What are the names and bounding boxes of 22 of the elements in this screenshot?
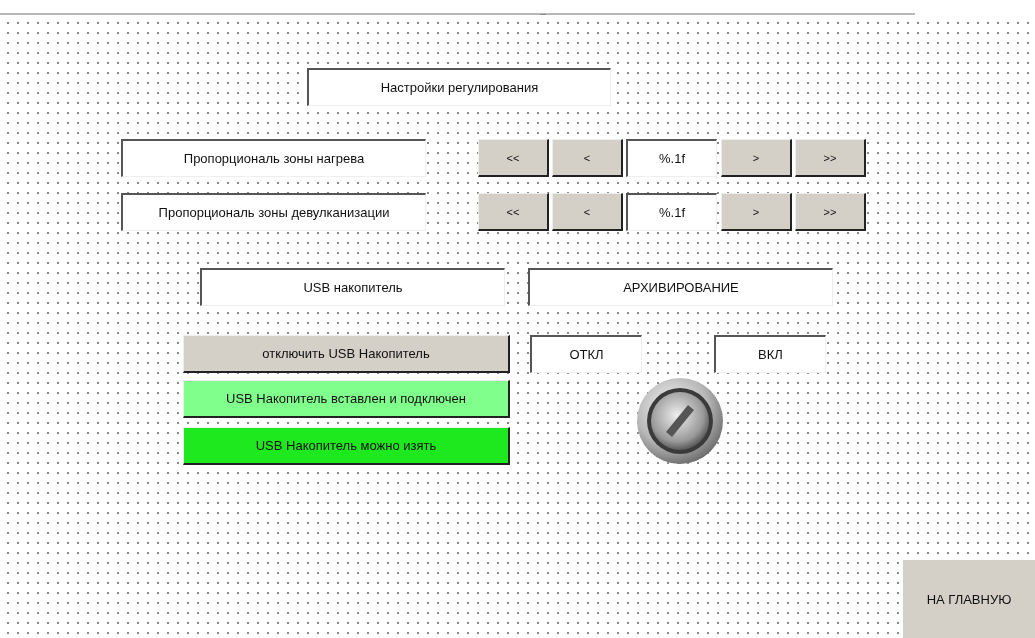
usb-button[interactable]: USB Накопитель вставлен и подключен: [183, 380, 510, 418]
step-button[interactable]: >: [721, 193, 792, 231]
on-label: ВКЛ: [714, 335, 826, 373]
usb-button[interactable]: отключить USB Накопитель: [183, 335, 510, 373]
step-button[interactable]: <: [552, 193, 623, 231]
rotary-switch-icon[interactable]: [636, 377, 724, 465]
step-button[interactable]: >>: [795, 193, 866, 231]
step-button[interactable]: >>: [795, 139, 866, 177]
step-button[interactable]: <<: [478, 139, 549, 177]
section-title: Настройки регулирования: [307, 68, 611, 106]
value-field[interactable]: %.1f: [626, 193, 717, 231]
parameter-label: Пропорциональ зоны девулканизации: [121, 193, 426, 231]
archive-label: АРХИВИРОВАНИЕ: [528, 268, 833, 306]
step-button[interactable]: <<: [478, 193, 549, 231]
step-button[interactable]: <: [552, 139, 623, 177]
usb-button[interactable]: USB Накопитель можно изять: [183, 427, 510, 465]
off-label: ОТКЛ: [530, 335, 642, 373]
parameter-label: Пропорциональ зоны нагрева: [121, 139, 426, 177]
value-field[interactable]: %.1f: [626, 139, 717, 177]
home-button[interactable]: НА ГЛАВНУЮ: [903, 560, 1035, 638]
usb-label: USB накопитель: [200, 268, 505, 306]
step-button[interactable]: >: [721, 139, 792, 177]
